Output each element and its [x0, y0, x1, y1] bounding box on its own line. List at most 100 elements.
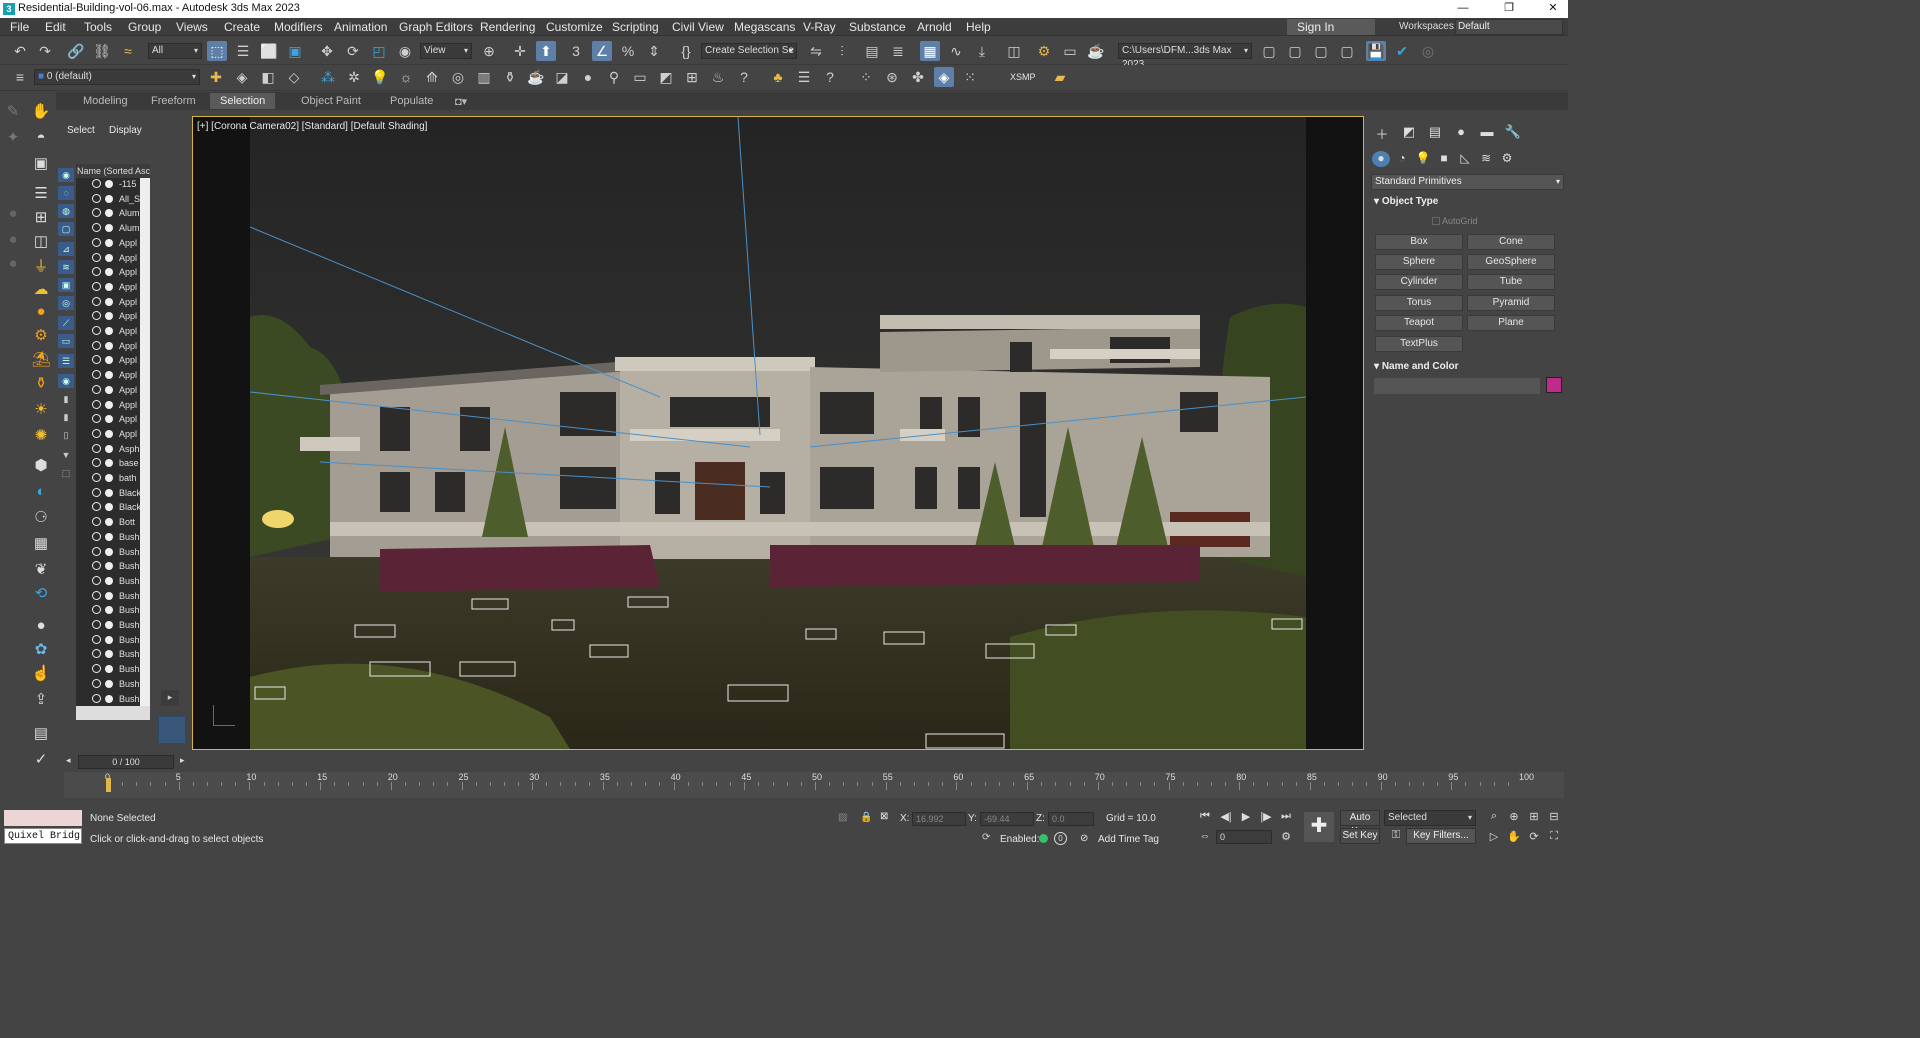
freeze-dot-icon[interactable]: [105, 327, 113, 335]
freeze-dot-icon[interactable]: [105, 650, 113, 659]
list-item[interactable]: Bush: [76, 693, 140, 708]
list-item[interactable]: Black: [76, 501, 140, 516]
select-by-name-icon[interactable]: ☰: [233, 41, 253, 61]
freeze-dot-icon[interactable]: [105, 268, 113, 277]
key-mode-dropdown[interactable]: Selected ▾: [1384, 810, 1476, 826]
filter-helpers-icon[interactable]: ⊿: [58, 242, 74, 256]
freeze-dot-icon[interactable]: [105, 621, 113, 629]
bind-space-warp-icon[interactable]: ≈: [118, 41, 138, 61]
list-item[interactable]: Appl: [76, 354, 140, 369]
list-item[interactable]: All_S: [76, 193, 140, 208]
project-settings-icon[interactable]: ▢: [1337, 41, 1357, 61]
key-mode-icon[interactable]: ⇔: [1197, 830, 1213, 842]
list-item[interactable]: Appl: [76, 266, 140, 281]
zoom-extents-icon[interactable]: ⊞: [1526, 810, 1542, 823]
enabled-indicator[interactable]: [1039, 834, 1048, 843]
sync-icon[interactable]: ◎: [1418, 41, 1438, 61]
cloud-icon[interactable]: ☁: [30, 278, 52, 300]
layer-manager-icon[interactable]: ≡: [10, 67, 30, 87]
tab-freeform[interactable]: Freeform: [151, 95, 196, 107]
menu-animation[interactable]: Animation: [334, 20, 387, 34]
vray-frame-buffer-icon[interactable]: ◪: [552, 67, 572, 87]
menu-file[interactable]: File: [10, 20, 29, 34]
unlink-icon[interactable]: ⛓: [92, 41, 112, 61]
list-item[interactable]: Appl: [76, 340, 140, 355]
schematic-view-icon[interactable]: ⤓: [972, 41, 992, 61]
current-frame-marker[interactable]: [106, 778, 111, 792]
project-folder-icon[interactable]: ▢: [1259, 41, 1279, 61]
link-icon[interactable]: 🔗: [66, 41, 86, 61]
list-item[interactable]: Appl: [76, 310, 140, 325]
expand-explorer-icon[interactable]: ▸: [161, 690, 179, 706]
freeze-dot-icon[interactable]: [105, 238, 113, 247]
current-frame-field[interactable]: 0: [1216, 830, 1272, 844]
menu-customize[interactable]: Customize: [546, 20, 603, 34]
set-current-layer-icon[interactable]: ◧: [258, 67, 278, 87]
zoom-all-icon[interactable]: ⊕: [1506, 810, 1522, 823]
timeline-track[interactable]: 0 5 10 15 20 25 30 35 40 45 50 55 60 65 70 75 80 85 90 95 10…: [64, 772, 1564, 798]
zoom-extents-all-icon[interactable]: ⊟: [1546, 810, 1562, 823]
snap-grid-icon[interactable]: ⁙: [960, 67, 980, 87]
next-frame-icon[interactable]: ▸: [180, 755, 185, 766]
visibility-eye-icon[interactable]: [92, 267, 101, 277]
freeze-dot-icon[interactable]: [105, 194, 113, 203]
vray-teapot-icon[interactable]: ☕: [526, 67, 546, 87]
person-icon[interactable]: ⚆: [30, 506, 52, 528]
visibility-eye-icon[interactable]: [92, 384, 101, 394]
visibility-eye-icon[interactable]: [92, 223, 101, 233]
quixel-bridge-field[interactable]: Quixel Bridg: [4, 828, 82, 844]
gear-icon[interactable]: ⚙: [30, 324, 52, 346]
maximize-viewport-icon[interactable]: ⛶: [1546, 830, 1562, 843]
freeze-dot-icon[interactable]: [105, 356, 113, 365]
filter-all-icon[interactable]: ▮: [58, 392, 74, 406]
object-color-swatch[interactable]: [1546, 377, 1562, 393]
freeze-dot-icon[interactable]: [105, 209, 113, 218]
snap-center-icon[interactable]: ⊛: [882, 67, 902, 87]
vray-displacement-icon[interactable]: ▥: [474, 67, 494, 87]
x-coordinate-field[interactable]: 16.992: [912, 812, 966, 826]
visibility-eye-icon[interactable]: [92, 208, 101, 218]
visibility-eye-icon[interactable]: [92, 634, 101, 644]
tab-modeling[interactable]: Modeling: [83, 95, 128, 107]
vray-fur-icon[interactable]: ⟰: [422, 67, 442, 87]
time-tag-icon[interactable]: ⟳: [982, 832, 990, 843]
lock-icon[interactable]: ⚱: [30, 372, 52, 394]
freeze-dot-icon[interactable]: [105, 341, 113, 350]
layer-properties-icon[interactable]: ◇: [284, 67, 304, 87]
visibility-eye-icon[interactable]: [92, 517, 101, 527]
list-item[interactable]: -115: [76, 178, 140, 193]
brush-icon[interactable]: ✦: [2, 126, 24, 148]
snap-toggle-icon[interactable]: ◈: [934, 67, 954, 87]
spinner-snap-icon[interactable]: ⇕: [644, 41, 664, 61]
prev-frame-icon[interactable]: ◂: [66, 755, 71, 766]
tab-select[interactable]: Select: [67, 125, 95, 136]
list-item[interactable]: base: [76, 457, 140, 472]
shapes-icon[interactable]: ◔: [1393, 151, 1411, 167]
filter-spacewarps-icon[interactable]: ≋: [58, 260, 74, 274]
edit-named-selection-icon[interactable]: {}: [676, 41, 696, 61]
visibility-eye-icon[interactable]: [92, 620, 101, 629]
y-coordinate-field[interactable]: -69.44: [980, 812, 1034, 826]
viewport-label[interactable]: [+] [Corona Camera02] [Standard] [Defaul…: [197, 121, 427, 132]
freeze-dot-icon[interactable]: [105, 488, 113, 497]
freeze-dot-icon[interactable]: [105, 635, 113, 644]
pan-icon[interactable]: ✋: [1506, 830, 1522, 843]
utilities-tab-icon[interactable]: 🔧: [1504, 124, 1522, 142]
freeze-dot-icon[interactable]: [105, 400, 113, 409]
selection-lock-icon[interactable]: 🔒: [860, 812, 872, 823]
visibility-eye-icon[interactable]: [92, 649, 101, 659]
sphere-icon[interactable]: ●: [30, 300, 52, 322]
visibility-eye-icon[interactable]: [92, 281, 101, 291]
menu-tools[interactable]: Tools: [84, 20, 112, 34]
xsmp-label[interactable]: XSMP: [1010, 72, 1036, 82]
vray-help-icon[interactable]: ?: [734, 67, 754, 87]
freeze-dot-icon[interactable]: [105, 503, 113, 512]
freeze-dot-icon[interactable]: [105, 518, 113, 527]
vray-light-icon[interactable]: 💡: [370, 67, 390, 87]
visibility-eye-icon[interactable]: [92, 326, 101, 335]
torus-button[interactable]: Torus: [1375, 295, 1463, 311]
freeze-dot-icon[interactable]: [105, 180, 113, 188]
rectangular-selection-icon[interactable]: ⬜: [259, 41, 279, 61]
snaps-toggle-icon[interactable]: 3: [566, 41, 586, 61]
tab-display[interactable]: Display: [109, 125, 142, 136]
